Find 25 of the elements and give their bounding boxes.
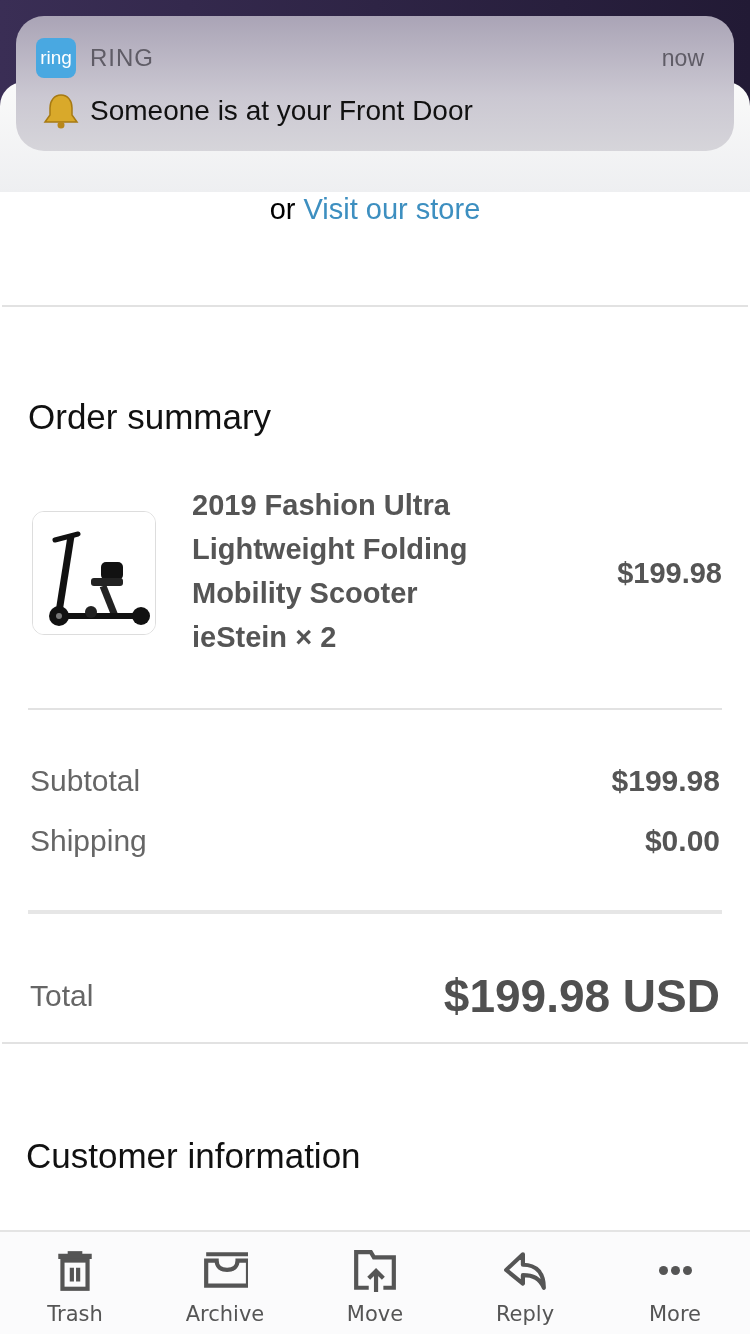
- folder-arrow-icon: [352, 1248, 398, 1294]
- archive-button[interactable]: Archive: [165, 1232, 285, 1334]
- link-prefix: or: [269, 192, 296, 226]
- product-name: 2019 Fashion Ultra Lightweight Folding Mobility Scooter ieStein × 2: [192, 488, 469, 655]
- summary-label: Subtotal: [30, 764, 141, 798]
- store-link[interactable]: Visit our store: [303, 192, 481, 226]
- total-value: $199.98 USD: [443, 968, 720, 1023]
- section-title: Customer information: [25, 1135, 362, 1176]
- notification-banner[interactable]: ring RING now Someone is at your Front Door: [16, 16, 734, 151]
- more-icon: [658, 1266, 692, 1275]
- summary-value: $199.98: [611, 764, 720, 798]
- notification-time: now: [661, 44, 704, 72]
- summary-value: $0.00: [644, 824, 720, 858]
- app-name: RING: [90, 44, 155, 72]
- bell-icon: [42, 92, 80, 130]
- trash-button[interactable]: Trash: [15, 1232, 135, 1334]
- notification-message: Someone is at your Front Door: [90, 95, 473, 127]
- more-button[interactable]: More: [615, 1232, 735, 1334]
- reply-button[interactable]: Reply: [465, 1232, 585, 1334]
- total-label: Total: [30, 978, 94, 1013]
- product-price: $199.98: [616, 556, 722, 590]
- section-title: Order summary: [28, 396, 273, 438]
- app-logo: ring: [36, 38, 76, 78]
- move-button[interactable]: Move: [315, 1232, 435, 1334]
- summary-label: Shipping: [30, 824, 147, 858]
